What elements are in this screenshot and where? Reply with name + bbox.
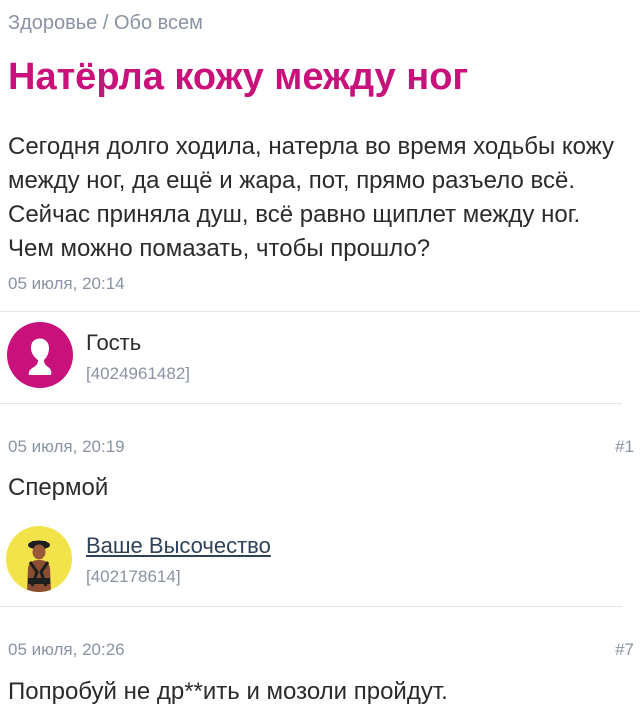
breadcrumb-subsection-link[interactable]: Обо всем (114, 12, 203, 34)
topic-body: Сегодня долго ходила, натерла во время х… (8, 133, 615, 262)
guest-avatar-icon (7, 322, 73, 388)
divider (0, 606, 622, 607)
user-photo-avatar-image (27, 540, 51, 592)
post-author-name-link[interactable]: Ваше Высочество (86, 533, 271, 559)
person-silhouette-icon (28, 338, 52, 375)
divider (0, 311, 640, 312)
breadcrumb-separator: / (97, 12, 114, 34)
topic-date: 05 июля, 20:14 (8, 274, 125, 293)
divider (0, 403, 622, 404)
breadcrumb: Здоровье / Обо всем (8, 12, 203, 35)
post-date: 05 июля, 20:26 (8, 640, 125, 659)
post-text: Спермой (8, 474, 109, 501)
post-author-id: [4024961482] (86, 364, 190, 383)
post-author-name: Гость (86, 330, 142, 355)
breadcrumb-section-link[interactable]: Здоровье (8, 12, 97, 34)
post-text: Попробуй не др**ить и мозоли пройдут. (8, 678, 448, 705)
post-date: 05 июля, 20:19 (8, 437, 125, 456)
post-number-link[interactable]: #1 (615, 437, 634, 457)
post-number-link[interactable]: #7 (615, 640, 634, 660)
user-photo-avatar[interactable] (6, 526, 72, 592)
post-author-id: [402178614] (86, 567, 181, 586)
topic-title: Натёрла кожу между ног (8, 56, 469, 98)
